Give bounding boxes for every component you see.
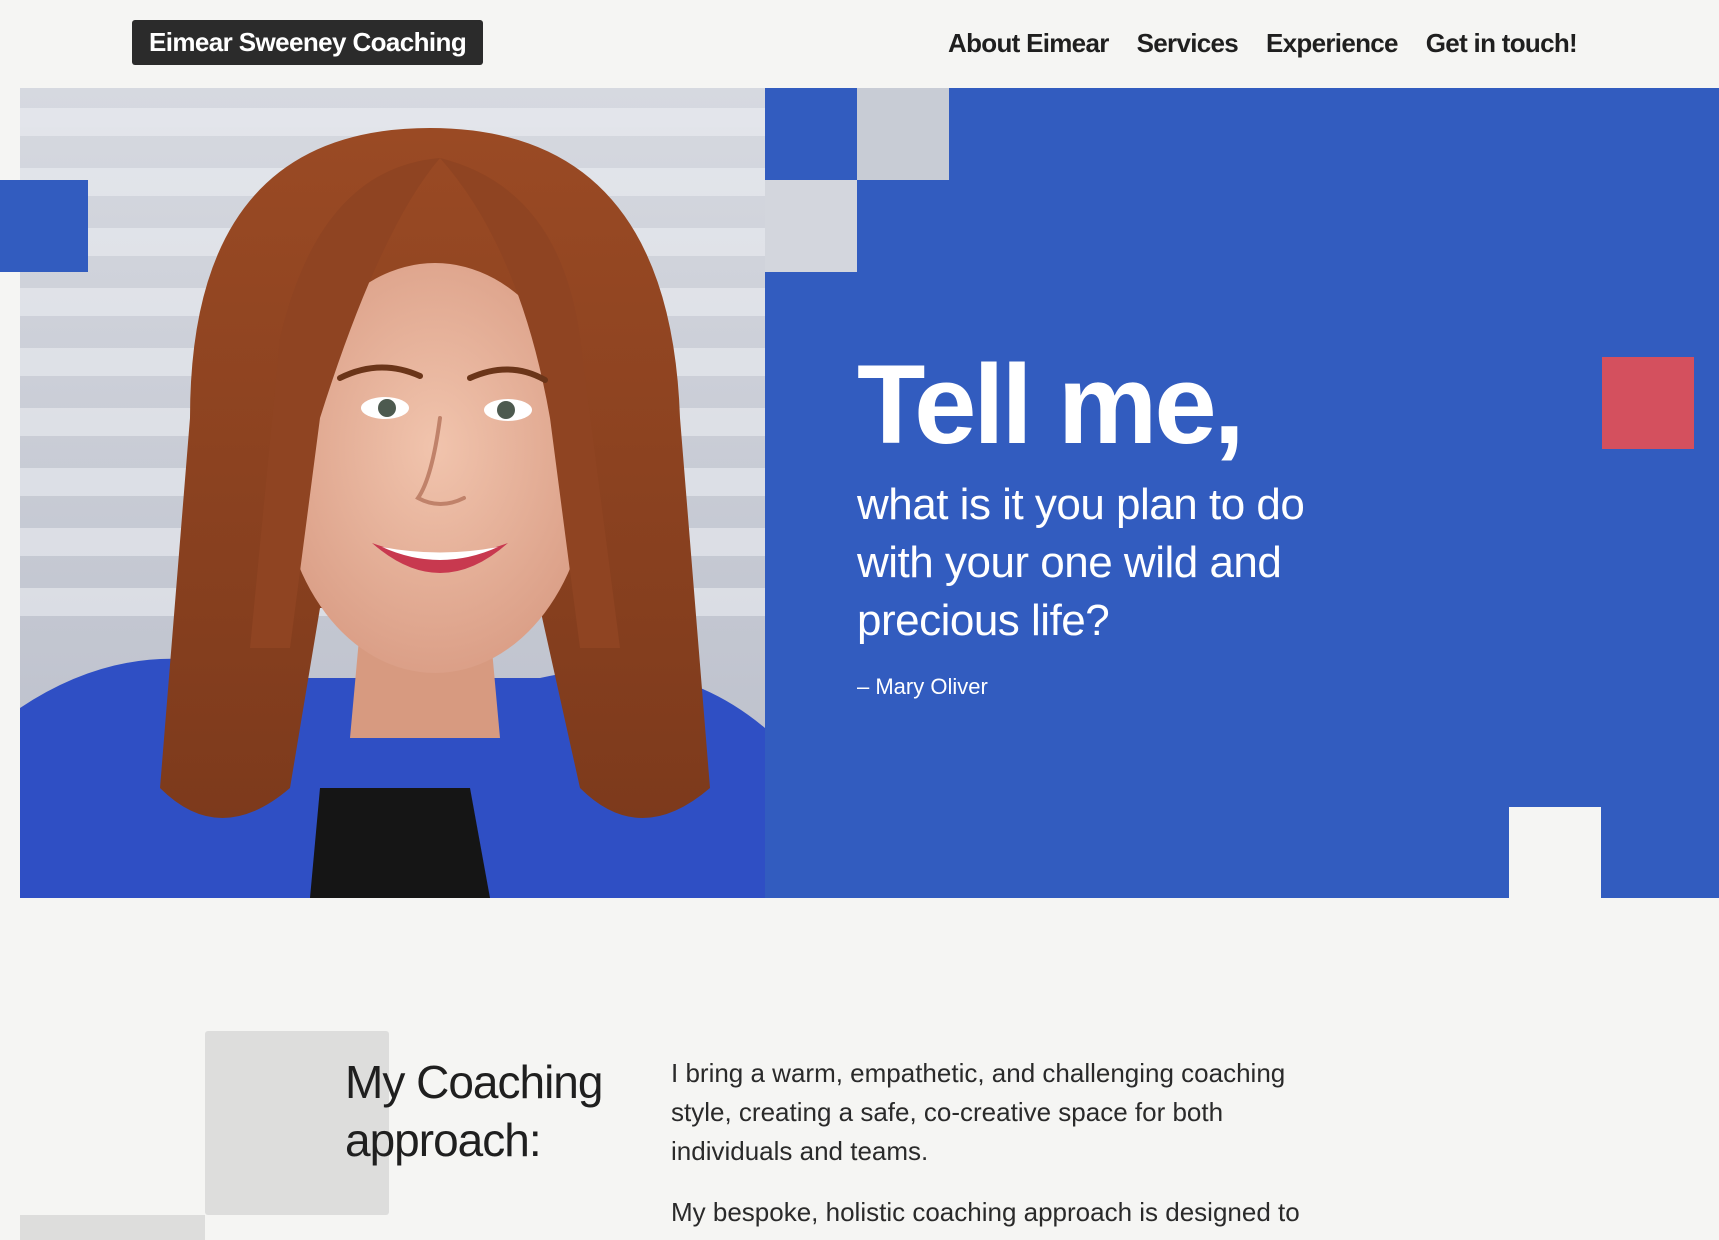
hero-quote-attribution: – Mary Oliver (857, 674, 988, 699)
site-header: Eimear Sweeney Coaching About Eimear Ser… (0, 0, 1719, 88)
nav-item-experience[interactable]: Experience (1266, 26, 1398, 60)
nav-item-get-in-touch[interactable]: Get in touch! (1426, 26, 1578, 60)
decorative-square-red (1602, 357, 1694, 449)
approach-paragraph-2: My bespoke, holistic coaching approach i… (671, 1197, 1300, 1227)
approach-body: I bring a warm, empathetic, and challeng… (671, 1054, 1351, 1240)
hero-quote-text: what is it you plan to do with your one … (857, 480, 1305, 645)
nav-item-services[interactable]: Services (1137, 26, 1239, 60)
decorative-square-grey-bottom (20, 1215, 205, 1240)
hero-headline: Tell me, (857, 342, 1245, 467)
hero-portrait-photo (20, 88, 765, 898)
decorative-square-blue-left (0, 180, 88, 272)
decorative-square-white (1509, 807, 1601, 899)
main-nav: About Eimear Services Experience Get in … (948, 26, 1578, 60)
portrait-illustration (20, 88, 765, 898)
approach-heading: My Coaching approach: (345, 1056, 603, 1166)
brand-logo-link[interactable]: Eimear Sweeney Coaching (132, 20, 484, 65)
decorative-square-photo-top (857, 88, 949, 180)
approach-paragraph-1: I bring a warm, empathetic, and challeng… (671, 1058, 1286, 1166)
nav-item-about-eimear[interactable]: About Eimear (948, 26, 1109, 60)
decorative-square-photo-mid (765, 180, 857, 272)
page: Eimear Sweeney Coaching About Eimear Ser… (0, 0, 1719, 1240)
decorative-square-blue-top (765, 88, 857, 180)
